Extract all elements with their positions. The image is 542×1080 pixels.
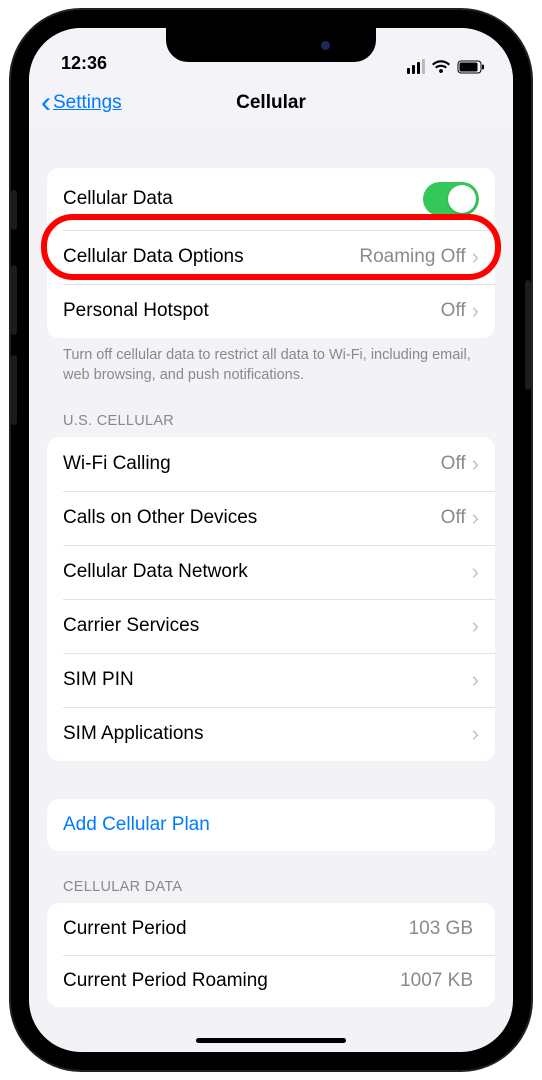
row-label: SIM PIN (63, 669, 472, 691)
status-icons (407, 59, 485, 74)
home-indicator[interactable] (196, 1038, 346, 1043)
row-add-cellular-plan[interactable]: Add Cellular Plan (47, 799, 495, 851)
mute-switch (11, 190, 17, 230)
back-button[interactable]: ‹ Settings (41, 88, 122, 118)
cellular-signal-icon (407, 59, 425, 74)
row-detail: Roaming Off (359, 246, 465, 268)
chevron-left-icon: ‹ (41, 88, 51, 118)
battery-icon (457, 60, 485, 74)
group-carrier: Wi-Fi CallingOff›Calls on Other DevicesO… (47, 437, 495, 761)
row-carrier-item[interactable]: SIM Applications› (47, 707, 495, 761)
row-carrier-item[interactable]: Cellular Data Network› (47, 545, 495, 599)
phone-frame: 12:36 ‹ Settings Cellular (11, 10, 531, 1070)
row-label: Carrier Services (63, 615, 472, 637)
chevron-right-icon: › (472, 298, 479, 324)
chevron-right-icon: › (472, 667, 479, 693)
row-usage-item[interactable]: Current Period Roaming1007 KB (47, 955, 495, 1007)
nav-bar: ‹ Settings Cellular (29, 76, 513, 130)
chevron-right-icon: › (472, 451, 479, 477)
row-detail: Off (441, 300, 466, 322)
row-detail: 103 GB (409, 918, 473, 940)
notch (166, 28, 376, 62)
row-carrier-item[interactable]: Carrier Services› (47, 599, 495, 653)
row-label: Calls on Other Devices (63, 507, 441, 529)
row-carrier-item[interactable]: Wi-Fi CallingOff › (47, 437, 495, 491)
row-carrier-item[interactable]: Calls on Other DevicesOff › (47, 491, 495, 545)
page-title: Cellular (236, 92, 306, 114)
back-label: Settings (53, 92, 122, 114)
chevron-right-icon: › (472, 244, 479, 270)
front-camera (321, 41, 330, 50)
row-carrier-item[interactable]: SIM PIN› (47, 653, 495, 707)
group-footer: Turn off cellular data to restrict all d… (47, 338, 495, 385)
section-header-usage: CELLULAR DATA (47, 851, 495, 903)
row-personal-hotspot[interactable]: Personal Hotspot Off › (47, 284, 495, 338)
row-label: Personal Hotspot (63, 300, 441, 322)
content: Cellular Data Cellular Data Options Roam… (29, 130, 513, 1052)
row-label: Cellular Data (63, 188, 423, 210)
chevron-right-icon: › (472, 559, 479, 585)
row-cellular-data-options[interactable]: Cellular Data Options Roaming Off › (47, 230, 495, 284)
volume-up-button (11, 265, 17, 335)
row-label: Cellular Data Network (63, 561, 472, 583)
row-cellular-data[interactable]: Cellular Data (47, 168, 495, 230)
row-detail: 1007 KB (400, 970, 473, 992)
chevron-right-icon: › (472, 505, 479, 531)
group-add-plan: Add Cellular Plan (47, 799, 495, 851)
cellular-data-toggle[interactable] (423, 182, 479, 216)
row-label: SIM Applications (63, 723, 472, 745)
group-cellular: Cellular Data Cellular Data Options Roam… (47, 168, 495, 338)
section-header-carrier: U.S. CELLULAR (47, 385, 495, 437)
row-usage-item[interactable]: Current Period103 GB (47, 903, 495, 955)
row-label: Add Cellular Plan (63, 814, 210, 836)
row-label: Current Period Roaming (63, 970, 400, 992)
status-time: 12:36 (61, 53, 107, 74)
power-button (525, 280, 531, 390)
row-label: Current Period (63, 918, 409, 940)
row-detail: Off (441, 453, 466, 475)
screen: 12:36 ‹ Settings Cellular (29, 28, 513, 1052)
group-usage: Current Period103 GBCurrent Period Roami… (47, 903, 495, 1007)
volume-down-button (11, 355, 17, 425)
row-label: Cellular Data Options (63, 246, 359, 268)
chevron-right-icon: › (472, 613, 479, 639)
row-label: Wi-Fi Calling (63, 453, 441, 475)
chevron-right-icon: › (472, 721, 479, 747)
row-detail: Off (441, 507, 466, 529)
wifi-icon (431, 60, 451, 74)
